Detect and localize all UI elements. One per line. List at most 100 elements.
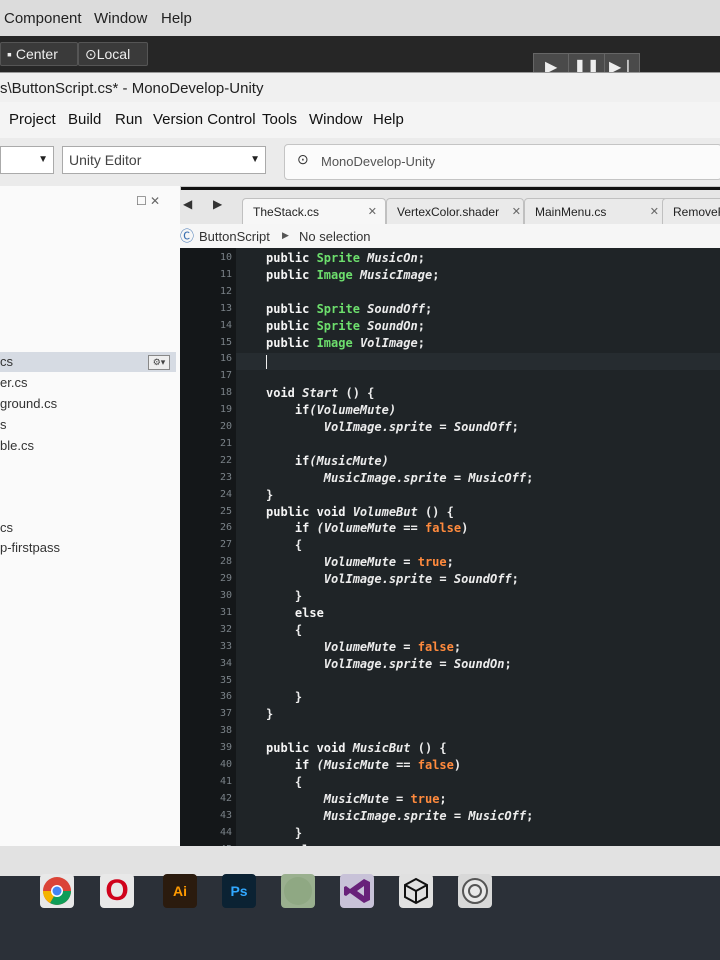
code-text: } [266, 589, 303, 603]
line-number: 11 [219, 268, 232, 280]
menu-run[interactable]: Run [115, 111, 143, 128]
monodevelop-status-icon: ⊙ [297, 151, 309, 167]
line-number: 23 [219, 471, 232, 483]
line-number: 19 [219, 404, 232, 416]
close-icon[interactable]: ✕ [368, 199, 377, 225]
tab-remover[interactable]: RemoveR [662, 198, 720, 225]
close-icon[interactable]: ✕ [512, 199, 521, 225]
code-identifier: VolImage.sprite [323, 572, 433, 587]
code-keyword: public [266, 318, 317, 333]
code-identifier: VolImage.sprite [323, 420, 433, 434]
opera-icon[interactable]: O [100, 874, 134, 908]
run-target-select[interactable]: Unity Editor ▼ [62, 146, 266, 174]
menu-tools[interactable]: Tools [262, 111, 297, 128]
illustrator-icon[interactable]: Ai [163, 874, 197, 908]
tree-item[interactable]: s [0, 417, 7, 432]
code-text: } [266, 487, 274, 502]
tree-item[interactable]: ground.cs [0, 396, 57, 411]
pad-close-icon[interactable]: ✕ [150, 194, 160, 208]
tree-item[interactable]: p-firstpass [0, 540, 60, 555]
menu-version-control[interactable]: Version Control [153, 111, 256, 128]
code-identifier: MusicOff [468, 808, 527, 823]
text-caret [266, 355, 267, 369]
code-line: } [266, 690, 302, 704]
menu-window[interactable]: Window [309, 111, 362, 128]
window-title: s\ButtonScript.cs* - MonoDevelop-Unity [0, 80, 264, 97]
code-line: } [266, 589, 302, 603]
code-line: VolImage.sprite = SoundOff; [266, 420, 519, 434]
monodevelop-toolbar: ▼ Unity Editor ▼ ⊙ MonoDevelop-Unity [0, 138, 720, 187]
unity-menu-window[interactable]: Window [94, 10, 147, 27]
code-literal: false [424, 521, 462, 536]
path-member[interactable]: No selection [299, 229, 371, 244]
unity-icon[interactable] [399, 874, 433, 908]
space-local-button[interactable]: ⊙Local [78, 42, 148, 66]
status-text: MonoDevelop-Unity [321, 154, 436, 169]
code-text: ; [439, 791, 447, 806]
code-keyword: public [266, 335, 317, 350]
chrome-icon[interactable] [40, 874, 74, 908]
pivot-icon: ▪︎ [7, 46, 16, 62]
menu-project[interactable]: Project [9, 111, 56, 128]
code-line: { [266, 538, 302, 552]
code-text: ; [417, 251, 433, 265]
tab-label: TheStack.cs [253, 205, 320, 219]
pad-maximize-icon[interactable]: ☐ [136, 194, 147, 208]
solution-pad: ☐ ✕ ⚙▾ cs er.cs ground.cs s ble.cs cs p-… [0, 186, 181, 846]
space-local-label: Local [96, 46, 131, 62]
path-class[interactable]: ButtonScript [199, 229, 270, 244]
code-line: { [266, 623, 302, 637]
code-identifier: MusicImage [359, 267, 433, 282]
tab-label: VertexColor.shader [397, 205, 500, 219]
code-text: = [446, 470, 469, 485]
tree-item[interactable]: cs [0, 520, 13, 535]
menu-build[interactable]: Build [68, 111, 101, 128]
tab-vertexcolor[interactable]: VertexColor.shader ✕ [386, 198, 524, 225]
line-number: 39 [219, 742, 232, 754]
tree-item[interactable]: cs [0, 354, 13, 369]
code-literal: true [410, 791, 440, 806]
tab-scroll-right-icon[interactable]: ▶ [213, 197, 222, 211]
code-keyword: public void [266, 741, 353, 756]
tree-item[interactable]: ble.cs [0, 438, 34, 453]
gear-icon[interactable]: ⚙▾ [148, 355, 170, 370]
code-text: ; [526, 470, 534, 485]
tab-scroll-left-icon[interactable]: ◀ [183, 197, 192, 211]
code-type: Image [316, 335, 360, 350]
build-config-select[interactable]: ▼ [0, 146, 54, 174]
code-text: () { [338, 386, 375, 401]
line-number: 17 [219, 370, 232, 382]
code-line: } [266, 488, 273, 502]
code-identifier: SoundOff [453, 420, 512, 434]
code-keyword: if [294, 403, 310, 418]
code-literal: false [417, 758, 454, 772]
tab-label: RemoveR [673, 205, 720, 219]
unity-menu-component[interactable]: Component [4, 10, 82, 27]
pivot-center-button[interactable]: ▪︎ Center [0, 42, 78, 66]
chevron-down-icon: ▼ [250, 154, 260, 165]
code-type: Sprite [316, 318, 368, 333]
line-number: 35 [219, 674, 232, 686]
tab-thestack[interactable]: TheStack.cs ✕ [242, 198, 386, 225]
line-number: 28 [219, 556, 232, 568]
tab-label: MainMenu.cs [535, 205, 607, 219]
close-icon[interactable]: ✕ [650, 199, 659, 225]
line-number-gutter: 10 11 12 13 14 15 16 17 18 19 20 21 22 23 24 25 26 27 28 29… [180, 248, 236, 846]
monodevelop-icon[interactable] [458, 874, 492, 908]
code-line: VolumeMute = false; [266, 640, 461, 654]
code-identifier: VolumeMute [323, 639, 397, 654]
code-line: if(MusicMute) [266, 454, 389, 468]
visual-studio-icon[interactable] [340, 874, 374, 908]
tab-mainmenu[interactable]: MainMenu.cs ✕ [524, 198, 668, 225]
code-editor[interactable]: 10 11 12 13 14 15 16 17 18 19 20 21 22 23 24 25 26 27 28 29… [180, 248, 720, 846]
unity-menu-help[interactable]: Help [161, 10, 192, 27]
tree-item[interactable]: er.cs [0, 375, 27, 390]
code-identifier: (VolumeMute [316, 521, 397, 536]
unknown-app-icon[interactable] [281, 874, 315, 908]
code-text: ; [526, 808, 534, 823]
menu-help[interactable]: Help [373, 111, 404, 128]
photoshop-icon[interactable]: Ps [222, 874, 256, 908]
